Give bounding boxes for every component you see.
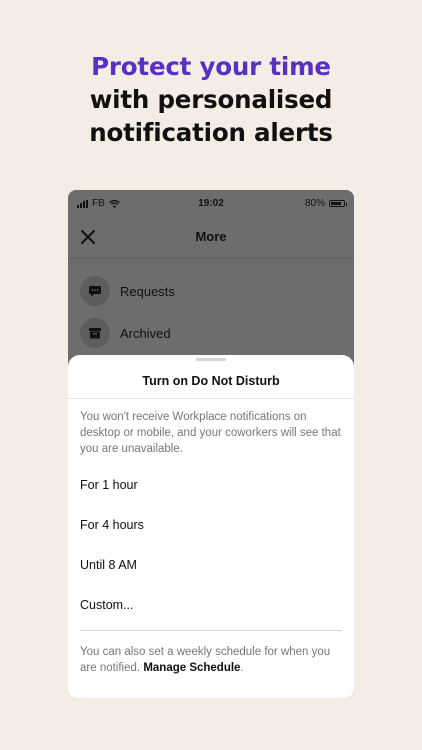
chat-bubble-icon	[80, 276, 110, 306]
nav-bar: More	[68, 216, 354, 259]
headline: Protect your time with personalised noti…	[0, 50, 422, 149]
do-not-disturb-sheet: Turn on Do Not Disturb You won't receive…	[68, 355, 354, 698]
menu-item-requests[interactable]: Requests	[80, 275, 175, 307]
footer-note: You can also set a weekly schedule for w…	[80, 644, 346, 676]
menu-item-label: Requests	[120, 283, 175, 299]
option-4-hours[interactable]: For 4 hours	[80, 518, 144, 532]
footer-period: .	[240, 662, 244, 674]
headline-line-2: notification alerts	[89, 118, 333, 147]
nav-title: More	[195, 229, 227, 244]
headline-line-1: with personalised	[89, 85, 333, 114]
menu-item-archived[interactable]: Archived	[80, 317, 171, 349]
option-1-hour[interactable]: For 1 hour	[80, 478, 138, 492]
menu-item-label: Archived	[120, 325, 171, 341]
battery-percent: 80%	[304, 198, 325, 209]
battery-icon	[329, 200, 347, 207]
sheet-grabber[interactable]	[196, 358, 226, 361]
option-custom[interactable]: Custom...	[80, 598, 134, 612]
archive-box-icon	[80, 318, 110, 348]
status-bar: FB 19:02 80%	[68, 190, 354, 216]
phone-screen: FB 19:02 80% More Requests Archived Turn…	[68, 190, 354, 698]
sheet-divider	[68, 398, 354, 399]
footer-divider	[80, 630, 342, 631]
status-right: 80%	[304, 198, 347, 209]
manage-schedule-link[interactable]: Manage Schedule	[143, 662, 240, 674]
option-until-8am[interactable]: Until 8 AM	[80, 558, 137, 572]
headline-accent: Protect your time	[91, 52, 331, 81]
sheet-description: You won't receive Workplace notification…	[80, 411, 341, 455]
sheet-title: Turn on Do Not Disturb	[142, 374, 280, 388]
